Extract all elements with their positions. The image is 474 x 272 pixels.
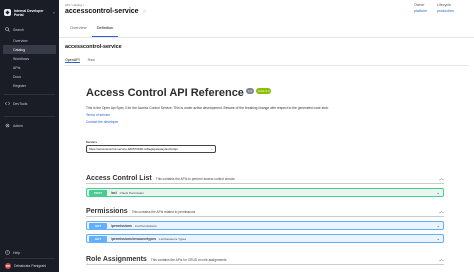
collapse-sidebar-icon[interactable]: «	[53, 10, 55, 15]
operation-summary: List Permissions	[134, 223, 157, 228]
owner-label: Owner	[414, 3, 425, 7]
lifecycle-info: Lifecycle production	[437, 3, 454, 13]
operation-path: /permissions/resourcetypes	[111, 236, 157, 241]
chevron-down-icon: ⌄	[436, 236, 440, 241]
section-description: This contains the APIs to perform access…	[155, 176, 235, 181]
operation-path: /permissions	[111, 223, 132, 228]
breadcrumb[interactable]: API / catalog /	[65, 3, 84, 7]
sidebar-item-label: APIs	[13, 65, 21, 70]
brand-name: Internal Developer Portal	[13, 8, 44, 17]
api-title: Access Control API Reference	[86, 87, 244, 99]
sidebar-item-register[interactable]: Register	[0, 81, 59, 90]
sidebar-item-label: Docs	[13, 74, 21, 79]
section-header[interactable]: Role Assignments This contains the APIs …	[86, 255, 444, 265]
sidebar-item-label: Help	[13, 250, 21, 255]
section-header[interactable]: Permissions This contains the APIs relat…	[86, 207, 444, 217]
sidebar-item-admin[interactable]: Admin	[0, 121, 59, 130]
sidebar-item-workflows[interactable]: Workflows	[0, 54, 59, 63]
sidebar-item-help[interactable]: ? Help	[0, 248, 59, 257]
chevron-down-icon: ⌄	[436, 190, 440, 195]
chevron-up-icon: ︿	[438, 257, 444, 263]
user-name: Debabrata Panigrahi	[14, 264, 47, 268]
api-description: This is the Open Api Spec 3 for the Acce…	[86, 106, 329, 110]
avatar: DP	[5, 263, 11, 269]
section-title: Role Assignments	[86, 256, 147, 263]
operation-row[interactable]: POST /acl Check Permission ⌄	[86, 188, 444, 197]
sidebar-item-label: Catalog	[13, 47, 26, 52]
tag-section-role-assignments: Role Assignments This contains the APIs …	[86, 255, 444, 265]
section-title: Permissions	[86, 208, 128, 215]
sidebar-item-overview[interactable]: Overview	[0, 36, 59, 45]
subtab-raw[interactable]: Raw	[88, 58, 95, 63]
operation-summary: Check Permission	[119, 190, 144, 195]
tab-overview[interactable]: Overview	[65, 25, 92, 37]
owner-link[interactable]: platform	[414, 9, 427, 13]
section-title: Access Control List	[86, 175, 152, 182]
sidebar-item-label: Register	[13, 83, 27, 88]
operation-row[interactable]: GET /permissions/resourcetypes List Reso…	[86, 234, 444, 243]
tag-section-permissions: Permissions This contains the APIs relat…	[86, 207, 444, 243]
servers-select[interactable]: https://accesscontrol-service-9d0570048-…	[86, 145, 216, 153]
operation-row[interactable]: GET /permissions List Permissions ⌄	[86, 221, 444, 230]
section-description: This contains the APIs related to permis…	[131, 209, 196, 214]
sidebar-item-docs[interactable]: Docs	[0, 72, 59, 81]
sidebar-item-label: Workflows	[13, 56, 30, 61]
svg-text:?: ?	[7, 251, 9, 255]
page-title: accesscontrol-service	[65, 8, 139, 15]
search-label: Search	[13, 27, 25, 32]
sidebar-item-label: DevTools	[13, 101, 28, 106]
star-icon[interactable]: ☆	[143, 9, 147, 15]
servers-label: Servers	[86, 140, 98, 144]
sidebar-search[interactable]: Search	[0, 25, 59, 34]
chevron-down-icon: ⌄	[436, 223, 440, 228]
oas-badge: OAS 3.0	[256, 87, 272, 94]
main-content: API / catalog / accesscontrol-service ☆ …	[59, 0, 474, 272]
terms-link[interactable]: Terms of service	[86, 113, 446, 117]
brand[interactable]: Internal Developer Portal «	[0, 0, 59, 20]
entity-tabs: Overview Definition	[65, 25, 119, 37]
divider	[4, 94, 55, 95]
definition-subtabs: OpenAPI Raw	[65, 58, 469, 66]
section-description: This contains the APIs for CRUD on role …	[150, 257, 227, 262]
page-header: API / catalog / accesscontrol-service ☆ …	[59, 0, 474, 38]
help-icon: ?	[5, 250, 10, 255]
tag-section-acl: Access Control List This contains the AP…	[86, 174, 444, 197]
chevron-up-icon: ︿	[438, 176, 444, 182]
gear-icon	[5, 123, 10, 128]
sidebar: Internal Developer Portal « Search Overv…	[0, 0, 59, 272]
sidebar-item-apis[interactable]: APIs	[0, 63, 59, 72]
sidebar-item-catalog[interactable]: Catalog	[3, 45, 56, 54]
method-badge: GET	[89, 222, 107, 229]
divider	[4, 116, 55, 117]
tab-definition[interactable]: Definition	[91, 25, 119, 37]
section-header[interactable]: Access Control List This contains the AP…	[86, 174, 444, 184]
lifecycle-value: production	[437, 9, 454, 13]
method-badge: GET	[89, 235, 107, 242]
definition-title: accesscontrol-service	[65, 44, 122, 50]
chevron-up-icon: ︿	[438, 209, 444, 215]
chevron-down-icon: ⌄	[210, 147, 213, 151]
sidebar-item-label: Overview	[13, 38, 28, 43]
lifecycle-label: Lifecycle	[437, 3, 451, 7]
version-badge: 1.0	[245, 87, 255, 94]
owner-info: Owner platform	[414, 3, 427, 13]
devtools-icon	[5, 101, 10, 106]
user-profile[interactable]: DP Debabrata Panigrahi	[0, 260, 59, 272]
sidebar-item-label: Admin	[13, 123, 23, 128]
server-url: https://accesscontrol-service-9d0570048-…	[89, 147, 178, 151]
subtab-openapi[interactable]: OpenAPI	[65, 58, 80, 63]
operation-summary: List Resource Types	[159, 236, 187, 241]
contact-link[interactable]: Contact the developer	[86, 120, 446, 124]
method-badge: POST	[89, 189, 107, 196]
search-icon	[5, 27, 10, 32]
portal-logo-icon	[4, 9, 11, 16]
operation-path: /acl	[111, 190, 117, 195]
swagger-info: Access Control API Reference 1.0 OAS 3.0…	[86, 87, 446, 153]
sidebar-item-devtools[interactable]: DevTools	[0, 99, 59, 108]
divider	[4, 258, 55, 259]
